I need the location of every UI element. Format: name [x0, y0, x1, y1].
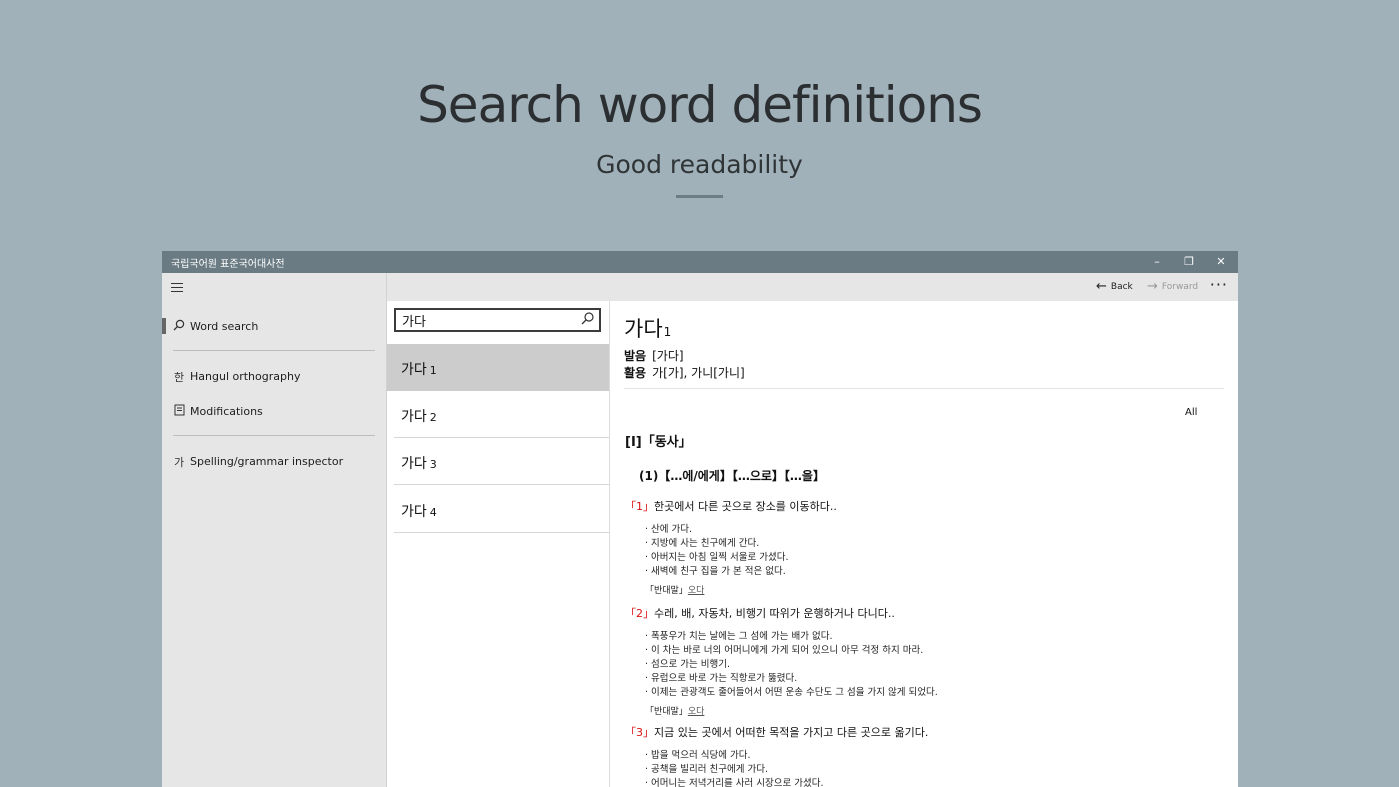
back-button[interactable]: ← Back — [1096, 279, 1133, 294]
sidebar-item-word-search[interactable]: Word search — [162, 311, 386, 341]
example: · 어머니는 저녁거리를 사러 시장으로 가셨다. — [645, 778, 824, 787]
minimize-button[interactable]: – — [1142, 251, 1172, 273]
example: · 공책을 빌리러 친구에게 가다. — [645, 764, 768, 775]
arrow-left-icon: ← — [1096, 279, 1107, 294]
sense-number: 「1」 — [625, 500, 654, 513]
headword-text: 가다 — [624, 317, 663, 341]
sidebar-item-label: Spelling/grammar inspector — [190, 455, 344, 468]
antonym-label: 「반대말」 — [645, 586, 688, 596]
sense-definition: 수레, 배, 자동차, 비행기 따위가 운행하거나 다니다.. — [654, 607, 895, 620]
example: · 이제는 관광객도 줄어들어서 어떤 운송 수단도 그 섬을 가지 않게 되었… — [645, 687, 938, 698]
sidebar-item-spelling-inspector[interactable]: 가 Spelling/grammar inspector — [162, 446, 386, 476]
result-number: 3 — [429, 458, 437, 471]
arrow-right-icon: → — [1147, 279, 1158, 294]
sidebar-item-label: Modifications — [190, 405, 263, 418]
sidebar-item-hangul-orthography[interactable]: 한 Hangul orthography — [162, 361, 386, 391]
hero-title: Search word definitions — [417, 76, 983, 134]
part-of-speech: [Ⅰ]「동사」 — [625, 435, 692, 450]
definition-pane: 가다1 발음 [가다] 활용 가[가], 가니[가니] All [Ⅰ]「동사」 (1… — [610, 301, 1238, 787]
active-indicator — [162, 318, 166, 334]
close-button[interactable]: ✕ — [1206, 251, 1236, 273]
sense-1: 「1」한곳에서 다른 곳으로 장소를 이동하다.. — [625, 498, 837, 514]
example: · 폭풍우가 치는 날에는 그 섬에 가는 배가 없다. — [645, 631, 833, 642]
window-title: 국립국어원 표준국어대사전 — [171, 259, 285, 270]
search-icon[interactable] — [581, 312, 594, 329]
example: · 지방에 사는 친구에게 간다. — [645, 538, 760, 549]
sidebar-item-label: Word search — [190, 320, 259, 333]
pronunciation-label: 발음 — [624, 349, 647, 363]
antonym: 「반대말」오다 — [645, 704, 704, 717]
hero-divider — [676, 195, 723, 198]
sense-number: 「3」 — [625, 726, 654, 739]
result-item[interactable]: 가다 2 — [387, 391, 609, 438]
conjugation-value: 가[가], 가니[가니] — [652, 366, 745, 380]
antonym: 「반대말」오다 — [645, 583, 704, 596]
sense-definition: 한곳에서 다른 곳으로 장소를 이동하다.. — [654, 500, 837, 513]
row-divider — [394, 532, 609, 533]
antonym-link[interactable]: 오다 — [688, 586, 705, 596]
forward-button[interactable]: → Forward — [1147, 279, 1198, 294]
headword: 가다1 — [624, 313, 671, 343]
sense-3: 「3」지금 있는 곳에서 어떠한 목적을 가지고 다른 곳으로 옮기다. — [625, 724, 928, 740]
spelling-icon: 가 — [173, 456, 185, 469]
hero-subtitle: Good readability — [596, 150, 803, 179]
maximize-button[interactable]: ❐ — [1174, 251, 1204, 273]
pronunciation-value: [가다] — [652, 349, 684, 363]
pronunciation: 발음 [가다] — [624, 347, 684, 364]
result-word: 가다 — [401, 409, 427, 425]
hangul-icon: 한 — [173, 371, 185, 384]
result-number: 1 — [429, 364, 437, 377]
search-input[interactable] — [402, 311, 572, 329]
book-icon — [172, 404, 186, 419]
example: · 산에 가다. — [645, 524, 693, 535]
result-item[interactable]: 가다 3 — [387, 438, 609, 485]
sidebar-divider — [173, 435, 375, 436]
sidebar-item-modifications[interactable]: Modifications — [162, 396, 386, 426]
antonym-link[interactable]: 오다 — [688, 707, 705, 717]
entry-divider — [624, 388, 1224, 389]
filter-dropdown[interactable]: All — [1185, 407, 1197, 418]
result-number: 2 — [429, 411, 437, 424]
result-word: 가다 — [401, 362, 427, 378]
result-number: 4 — [429, 506, 437, 519]
antonym-label: 「반대말」 — [645, 707, 688, 717]
conjugation: 활용 가[가], 가니[가니] — [624, 364, 745, 381]
headword-number: 1 — [663, 325, 672, 339]
app-window: 국립국어원 표준국어대사전 – ❐ ✕ Word search 한 Hangul… — [162, 251, 1238, 787]
back-label: Back — [1110, 282, 1133, 292]
toolbar: ← Back → Forward ··· — [387, 273, 1238, 301]
sidebar: Word search 한 Hangul orthography Modific… — [162, 273, 387, 787]
title-bar[interactable]: 국립국어원 표준국어대사전 – ❐ ✕ — [162, 251, 1238, 273]
search-icon — [172, 319, 186, 334]
example: · 새벽에 친구 집을 가 본 적은 없다. — [645, 566, 786, 577]
search-box — [394, 308, 601, 332]
sense-number: 「2」 — [625, 607, 654, 620]
result-item[interactable]: 가다 1 — [387, 344, 609, 391]
conjugation-label: 활용 — [624, 366, 647, 380]
sidebar-divider — [173, 350, 375, 351]
sense-2: 「2」수레, 배, 자동차, 비행기 따위가 운행하거나 다니다.. — [625, 605, 895, 621]
result-word: 가다 — [401, 456, 427, 472]
result-item[interactable]: 가다 4 — [387, 486, 609, 533]
more-options-icon[interactable]: ··· — [1210, 275, 1228, 294]
sentence-pattern: (1)【…에/에게】【…으로】【…을】 — [639, 469, 825, 483]
row-divider — [394, 484, 609, 485]
result-word: 가다 — [401, 504, 427, 520]
example: · 밥을 먹으러 식당에 가다. — [645, 750, 751, 761]
example: · 유럽으로 바로 가는 직항로가 뚫렸다. — [645, 673, 798, 684]
results-pane: 가다1 가다2 가다3 가다4 — [387, 301, 610, 787]
example: · 섬으로 가는 비행기. — [645, 659, 731, 670]
sense-definition: 지금 있는 곳에서 어떠한 목적을 가지고 다른 곳으로 옮기다. — [654, 726, 929, 739]
example: · 이 차는 바로 너의 어머니에게 가게 되어 있으니 아무 걱정 하지 마라… — [645, 645, 924, 656]
hamburger-menu-icon[interactable] — [171, 283, 183, 292]
forward-label: Forward — [1161, 282, 1199, 292]
sidebar-item-label: Hangul orthography — [190, 370, 301, 383]
example: · 아버지는 아침 일찍 서울로 가셨다. — [645, 552, 789, 563]
